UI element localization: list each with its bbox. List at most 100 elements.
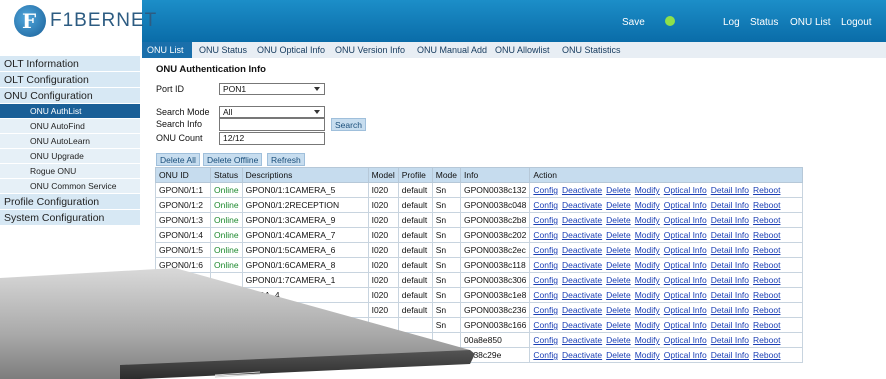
log-link[interactable]: Log [723, 17, 740, 28]
tab-onu-allowlist[interactable]: ONU Allowlist [495, 42, 550, 58]
sidebar-item-onu-autolearn[interactable]: ONU AutoLearn [0, 134, 140, 149]
deactivate-link[interactable]: Deactivate [562, 350, 602, 360]
config-link[interactable]: Config [533, 305, 558, 315]
modify-link[interactable]: Modify [635, 290, 660, 300]
sidebar-item-onu-autofind[interactable]: ONU AutoFind [0, 119, 140, 134]
delete-link[interactable]: Delete [606, 335, 631, 345]
optical-info-link[interactable]: Optical Info [664, 275, 707, 285]
deactivate-link[interactable]: Deactivate [562, 305, 602, 315]
reboot-link[interactable]: Reboot [753, 305, 780, 315]
detail-info-link[interactable]: Detail Info [711, 215, 749, 225]
deactivate-link[interactable]: Deactivate [562, 215, 602, 225]
deactivate-link[interactable]: Deactivate [562, 200, 602, 210]
detail-info-link[interactable]: Detail Info [711, 305, 749, 315]
search-button[interactable]: Search [331, 118, 366, 131]
delete-link[interactable]: Delete [606, 320, 631, 330]
config-link[interactable]: Config [533, 335, 558, 345]
reboot-link[interactable]: Reboot [753, 350, 780, 360]
sidebar-item-onu-upgrade[interactable]: ONU Upgrade [0, 149, 140, 164]
status-link[interactable]: Status [750, 17, 778, 28]
config-link[interactable]: Config [533, 185, 558, 195]
sidebar-item-onu-authlist[interactable]: ONU AuthList [0, 104, 140, 119]
detail-info-link[interactable]: Detail Info [711, 260, 749, 270]
delete-link[interactable]: Delete [606, 290, 631, 300]
detail-info-link[interactable]: Detail Info [711, 335, 749, 345]
config-link[interactable]: Config [533, 275, 558, 285]
tab-onu-version-info[interactable]: ONU Version Info [335, 42, 405, 58]
delete-offline-button[interactable]: Delete Offline [203, 153, 263, 166]
reboot-link[interactable]: Reboot [753, 335, 780, 345]
sidebar-item-olt-information[interactable]: OLT Information [0, 56, 140, 72]
optical-info-link[interactable]: Optical Info [664, 185, 707, 195]
detail-info-link[interactable]: Detail Info [711, 245, 749, 255]
deactivate-link[interactable]: Deactivate [562, 275, 602, 285]
reboot-link[interactable]: Reboot [753, 185, 780, 195]
reboot-link[interactable]: Reboot [753, 275, 780, 285]
reboot-link[interactable]: Reboot [753, 290, 780, 300]
config-link[interactable]: Config [533, 350, 558, 360]
optical-info-link[interactable]: Optical Info [664, 350, 707, 360]
reboot-link[interactable]: Reboot [753, 215, 780, 225]
tab-onu-status[interactable]: ONU Status [199, 42, 247, 58]
modify-link[interactable]: Modify [635, 215, 660, 225]
delete-all-button[interactable]: Delete All [156, 153, 200, 166]
logout-link[interactable]: Logout [841, 17, 872, 28]
tab-onu-optical-info[interactable]: ONU Optical Info [257, 42, 325, 58]
config-link[interactable]: Config [533, 215, 558, 225]
reboot-link[interactable]: Reboot [753, 320, 780, 330]
refresh-button[interactable]: Refresh [267, 153, 305, 166]
modify-link[interactable]: Modify [635, 350, 660, 360]
reboot-link[interactable]: Reboot [753, 230, 780, 240]
optical-info-link[interactable]: Optical Info [664, 215, 707, 225]
modify-link[interactable]: Modify [635, 275, 660, 285]
sidebar-item-olt-configuration[interactable]: OLT Configuration [0, 72, 140, 88]
sidebar-item-onu-common-service[interactable]: ONU Common Service [0, 179, 140, 194]
delete-link[interactable]: Delete [606, 275, 631, 285]
reboot-link[interactable]: Reboot [753, 260, 780, 270]
delete-link[interactable]: Delete [606, 230, 631, 240]
onu-list-link[interactable]: ONU List [790, 17, 831, 28]
save-link[interactable]: Save [622, 17, 645, 28]
detail-info-link[interactable]: Detail Info [711, 290, 749, 300]
optical-info-link[interactable]: Optical Info [664, 200, 707, 210]
modify-link[interactable]: Modify [635, 230, 660, 240]
config-link[interactable]: Config [533, 230, 558, 240]
optical-info-link[interactable]: Optical Info [664, 290, 707, 300]
sidebar-item-rogue-onu[interactable]: Rogue ONU [0, 164, 140, 179]
optical-info-link[interactable]: Optical Info [664, 320, 707, 330]
deactivate-link[interactable]: Deactivate [562, 320, 602, 330]
modify-link[interactable]: Modify [635, 245, 660, 255]
optical-info-link[interactable]: Optical Info [664, 260, 707, 270]
config-link[interactable]: Config [533, 260, 558, 270]
modify-link[interactable]: Modify [635, 200, 660, 210]
port-id-select[interactable]: PON1 [219, 83, 325, 95]
optical-info-link[interactable]: Optical Info [664, 335, 707, 345]
deactivate-link[interactable]: Deactivate [562, 260, 602, 270]
detail-info-link[interactable]: Detail Info [711, 185, 749, 195]
optical-info-link[interactable]: Optical Info [664, 305, 707, 315]
modify-link[interactable]: Modify [635, 260, 660, 270]
modify-link[interactable]: Modify [635, 335, 660, 345]
delete-link[interactable]: Delete [606, 185, 631, 195]
deactivate-link[interactable]: Deactivate [562, 230, 602, 240]
detail-info-link[interactable]: Detail Info [711, 230, 749, 240]
reboot-link[interactable]: Reboot [753, 200, 780, 210]
modify-link[interactable]: Modify [635, 185, 660, 195]
sidebar-item-profile-configuration[interactable]: Profile Configuration [0, 194, 140, 210]
tab-onu-list[interactable]: ONU List [142, 42, 192, 58]
deactivate-link[interactable]: Deactivate [562, 185, 602, 195]
optical-info-link[interactable]: Optical Info [664, 245, 707, 255]
delete-link[interactable]: Delete [606, 215, 631, 225]
tab-onu-statistics[interactable]: ONU Statistics [562, 42, 621, 58]
delete-link[interactable]: Delete [606, 260, 631, 270]
sidebar-item-system-configuration[interactable]: System Configuration [0, 210, 140, 226]
delete-link[interactable]: Delete [606, 245, 631, 255]
tab-onu-manual-add[interactable]: ONU Manual Add [417, 42, 487, 58]
config-link[interactable]: Config [533, 290, 558, 300]
deactivate-link[interactable]: Deactivate [562, 290, 602, 300]
delete-link[interactable]: Delete [606, 350, 631, 360]
reboot-link[interactable]: Reboot [753, 245, 780, 255]
detail-info-link[interactable]: Detail Info [711, 320, 749, 330]
delete-link[interactable]: Delete [606, 305, 631, 315]
modify-link[interactable]: Modify [635, 305, 660, 315]
